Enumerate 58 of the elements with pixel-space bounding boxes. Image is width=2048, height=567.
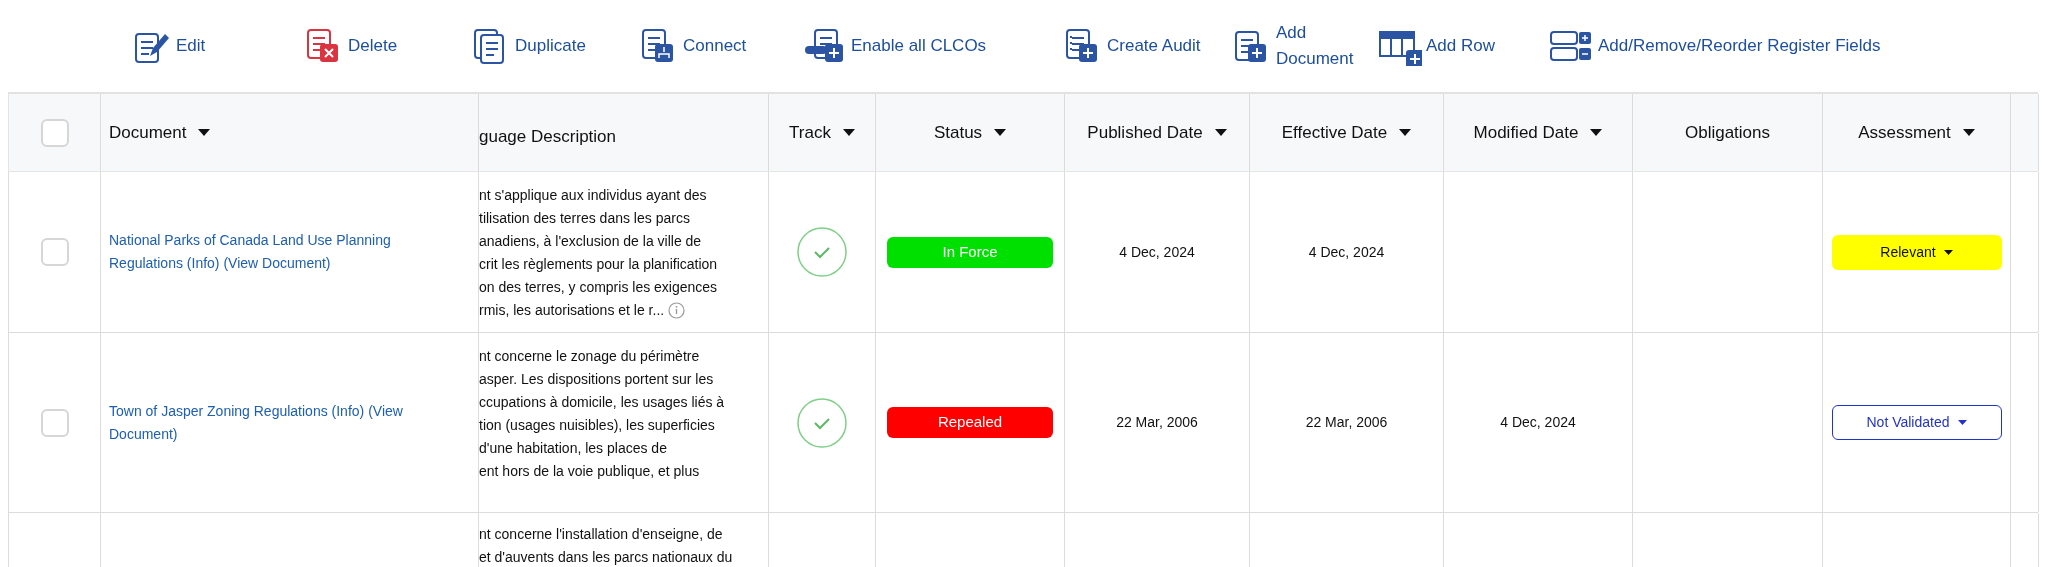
toolbar-button[interactable]: Add/Remove/Reorder Register Fields — [1550, 26, 1880, 66]
caret-icon — [198, 129, 211, 136]
description-line: tilisation des terres dans les parcs — [479, 209, 690, 228]
checkbox[interactable] — [40, 118, 69, 147]
description-line: d'une habitation, les places de — [479, 439, 667, 458]
column-header[interactable]: guage Description — [479, 115, 617, 150]
description-line: et d'auvents dans les parcs nationaux du — [479, 548, 733, 567]
description-line: crit les règlements pour la planification — [479, 255, 718, 274]
track-toggle-icon[interactable] — [797, 227, 847, 277]
caret-icon — [994, 129, 1007, 136]
assessment-dropdown[interactable]: Not Validated — [1831, 405, 2002, 440]
toolbar-button[interactable]: Edit — [128, 26, 300, 66]
column-header[interactable]: Modified Date — [1473, 119, 1603, 146]
column-header[interactable]: Published Date — [1087, 119, 1227, 146]
description-line: tion (usages nuisibles), les superficies — [479, 416, 715, 435]
toolbar-button[interactable]: Add Document — [1228, 20, 1378, 72]
caret-icon — [1943, 249, 1953, 255]
description-line: on des terres, y compris les exigences — [479, 278, 718, 297]
column-header[interactable]: Obligations — [1684, 119, 1771, 146]
toolbar-button[interactable]: Connect — [635, 26, 803, 66]
info-icon[interactable] — [668, 302, 686, 319]
description-line: nt s'applique aux individus ayant des — [479, 186, 707, 205]
toolbar-button[interactable]: Add Row — [1378, 26, 1550, 66]
caret-icon — [842, 129, 855, 136]
published-date: 22 Mar, 2006 — [1116, 413, 1198, 432]
caret-icon — [1590, 129, 1603, 136]
description-line: asper. Les dispositions portent sur les — [479, 370, 714, 389]
assessment-dropdown[interactable]: Relevant — [1831, 234, 2002, 270]
checkbox[interactable] — [40, 238, 69, 266]
column-header[interactable]: Document — [101, 119, 211, 146]
document-link[interactable]: Town of Jasper Zoning Regulations (Info) (View Document) — [109, 399, 449, 446]
effective-date: 4 Dec, 2024 — [1308, 242, 1385, 262]
column-header[interactable]: Track — [789, 119, 855, 146]
status-badge: Repealed — [887, 407, 1053, 438]
effective-date: 22 Mar, 2006 — [1305, 413, 1388, 432]
column-header[interactable]: Effective Date — [1281, 119, 1412, 146]
toolbar-button[interactable]: Delete — [300, 26, 467, 66]
modified-date: 4 Dec, 2024 — [1500, 413, 1576, 432]
toolbar-button[interactable]: Create Audit — [1059, 26, 1228, 66]
document-link[interactable]: National Parks of Canada Land Use Planning Regulations (Info) (View Document) — [109, 229, 449, 275]
column-header[interactable]: Assessment — [1858, 119, 1975, 146]
status-badge: In Force — [887, 236, 1053, 268]
caret-icon — [1957, 420, 1967, 425]
description-line: anadiens, à l'exclusion de la ville de — [479, 232, 702, 251]
published-date: 4 Dec, 2024 — [1119, 242, 1195, 262]
description-line: ent hors de la voie publique, et plus — [479, 462, 700, 481]
checkbox[interactable] — [40, 408, 69, 437]
column-header[interactable]: Status — [933, 119, 1007, 146]
description-line: nt concerne l'installation d'enseigne, de — [479, 525, 723, 544]
toolbar-button[interactable]: Duplicate — [467, 26, 635, 66]
caret-icon — [1214, 129, 1227, 136]
caret-icon — [1962, 129, 1975, 136]
description-line: ccupations à domicile, les usages liés à — [479, 393, 725, 412]
track-toggle-icon[interactable] — [797, 397, 847, 448]
description-line: nt concerne le zonage du périmètre — [479, 347, 700, 366]
description-line: rmis, les autorisations et le r... — [479, 301, 665, 320]
caret-icon — [1399, 129, 1412, 136]
toolbar-button[interactable]: Enable all CLCOs — [803, 26, 1059, 66]
